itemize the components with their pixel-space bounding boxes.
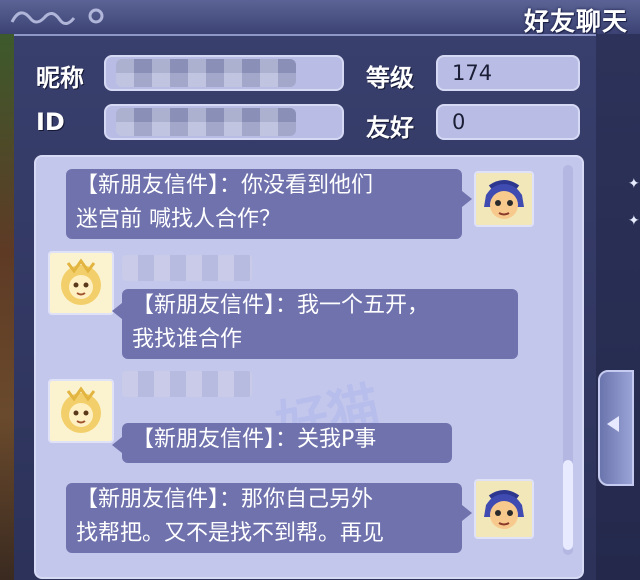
title-bar: 好友聊天 bbox=[0, 0, 640, 36]
sender-name-blurred bbox=[122, 255, 252, 281]
message-line: 【新朋友信件】：关我P事 bbox=[132, 427, 377, 452]
cloud-ornament-icon bbox=[6, 2, 126, 28]
message-line: 【新朋友信件】：我一个五开， bbox=[132, 293, 430, 318]
sparkle-icon: ✦ bbox=[628, 176, 640, 192]
level-label: 等级 bbox=[366, 64, 414, 92]
arrow-left-icon bbox=[607, 416, 619, 432]
side-frame bbox=[596, 34, 640, 580]
id-field bbox=[104, 104, 344, 140]
collapse-panel-tab[interactable] bbox=[598, 370, 634, 486]
scrollbar-thumb[interactable] bbox=[563, 460, 573, 550]
chat-history[interactable]: 好猫 【新朋友信件】：你没看到他们 迷宫前 喊找人合作？ 【新朋友信件】：我一个… bbox=[34, 155, 584, 579]
id-label: ID bbox=[36, 108, 65, 136]
nickname-label: 昵称 bbox=[36, 64, 84, 92]
window-title: 好友聊天 bbox=[523, 7, 628, 36]
nickname-blurred bbox=[116, 59, 296, 87]
message-line: 我找谁合作 bbox=[132, 327, 243, 352]
blue-hair-boy-avatar[interactable] bbox=[474, 479, 534, 539]
golden-lion-avatar[interactable] bbox=[48, 251, 114, 315]
chat-message: 【新朋友信件】：你没看到他们 迷宫前 喊找人合作？ bbox=[66, 169, 472, 239]
sender-name-blurred bbox=[122, 371, 252, 397]
message-line: 【新朋友信件】：那你自己另外 bbox=[76, 487, 374, 512]
chat-message: 【新朋友信件】：我一个五开， 我找谁合作 bbox=[112, 289, 518, 359]
nickname-field bbox=[104, 55, 344, 91]
friendship-field: 0 bbox=[436, 104, 580, 140]
message-line: 迷宫前 喊找人合作？ bbox=[76, 207, 281, 232]
chat-message: 【新朋友信件】：那你自己另外 找帮把。又不是找不到帮。再见 bbox=[66, 483, 472, 553]
id-blurred bbox=[116, 108, 296, 136]
game-scene-edge bbox=[0, 34, 14, 580]
message-line: 找帮把。又不是找不到帮。再见 bbox=[76, 521, 385, 546]
message-line: 【新朋友信件】：你没看到他们 bbox=[76, 173, 374, 198]
level-field: 174 bbox=[436, 55, 580, 91]
sparkle-icon: ✦ bbox=[628, 213, 640, 229]
chat-message: 【新朋友信件】：关我P事 bbox=[112, 423, 452, 463]
friendship-label: 友好 bbox=[366, 114, 414, 142]
blue-hair-boy-avatar[interactable] bbox=[474, 171, 534, 227]
golden-lion-avatar[interactable] bbox=[48, 379, 114, 443]
